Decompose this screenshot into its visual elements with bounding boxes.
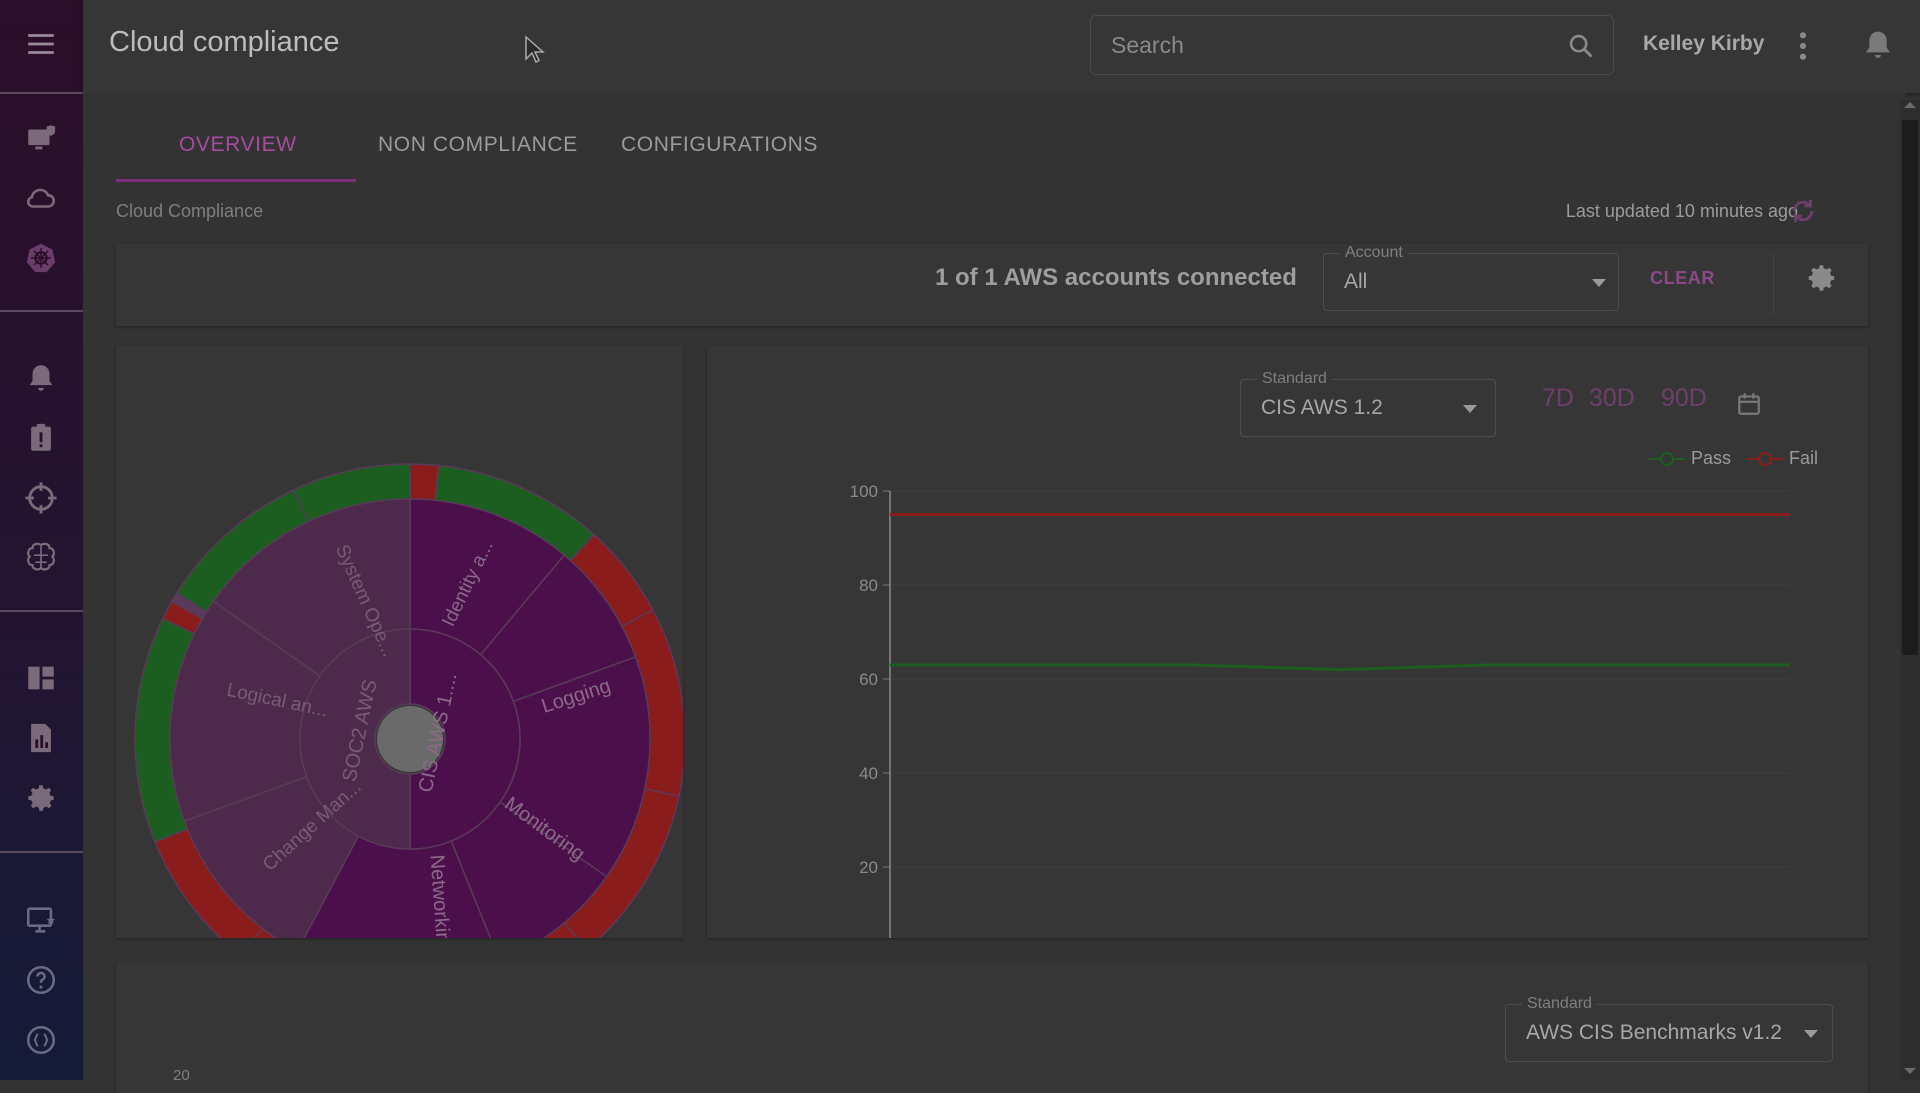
clipboard-alert-icon[interactable]: [21, 418, 61, 458]
report-icon[interactable]: [21, 718, 61, 758]
mouse-cursor-icon: [525, 35, 545, 64]
bell-icon[interactable]: [21, 358, 61, 398]
monitor-shield-icon[interactable]: [21, 118, 61, 158]
sidebar-divider: [0, 92, 83, 94]
accounts-connected-text: 1 of 1 AWS accounts connected: [935, 264, 1297, 291]
user-name[interactable]: Kelley Kirby: [1643, 32, 1764, 56]
y-tick-label: 40: [859, 764, 878, 783]
tab-overview[interactable]: OVERVIEW: [179, 133, 297, 157]
help-icon[interactable]: [21, 960, 61, 1000]
y-tick-label: 100: [850, 482, 878, 501]
monitor-star-icon[interactable]: [21, 900, 61, 940]
sidebar: [0, 0, 83, 1080]
clear-button[interactable]: CLEAR: [1650, 268, 1715, 289]
tab-non-compliance[interactable]: NON COMPLIANCE: [378, 133, 578, 157]
chevron-down-icon: [1804, 1030, 1818, 1038]
cloud-icon[interactable]: [21, 178, 61, 218]
account-select[interactable]: Account All: [1323, 244, 1619, 311]
more-vert-icon[interactable]: [1795, 30, 1811, 62]
tab-configurations[interactable]: CONFIGURATIONS: [621, 133, 818, 157]
benchmark-standard-value: AWS CIS Benchmarks v1.2: [1526, 1021, 1782, 1044]
refresh-icon[interactable]: [1788, 196, 1818, 226]
partial-axis-tick: 20: [173, 1067, 190, 1084]
last-updated-text: Last updated 10 minutes ago: [1565, 201, 1798, 221]
notification-bell-icon[interactable]: [1862, 28, 1894, 62]
sidebar-divider: [0, 310, 83, 312]
compliance-trend-chart: 020406080100May 04May 05May 06May 07May …: [850, 482, 1790, 938]
breadcrumb: Cloud Compliance: [116, 201, 264, 221]
benchmark-standard-select[interactable]: Standard AWS CIS Benchmarks v1.2: [1505, 995, 1833, 1062]
active-tab-indicator: [116, 179, 356, 182]
dashboard-icon[interactable]: [21, 658, 61, 698]
chevron-down-icon: [1592, 279, 1606, 287]
series-line-pass: [890, 663, 1790, 672]
y-tick-label: 60: [859, 670, 878, 689]
sidebar-divider: [0, 610, 83, 612]
search-box[interactable]: [1090, 15, 1614, 75]
y-tick-label: 20: [859, 858, 878, 877]
kubernetes-icon[interactable]: [21, 238, 61, 278]
settings-icon[interactable]: [21, 778, 61, 818]
scrollbar-thumb[interactable]: [1902, 120, 1918, 655]
menu-icon[interactable]: [21, 24, 61, 64]
sidebar-divider: [0, 851, 83, 853]
search-icon[interactable]: [1567, 32, 1595, 60]
benchmark-standard-label: Standard: [1522, 995, 1597, 1013]
page-title: Cloud compliance: [109, 26, 340, 58]
search-input[interactable]: [1109, 28, 1549, 62]
api-icon[interactable]: [21, 1020, 61, 1060]
gear-icon[interactable]: [1805, 261, 1839, 295]
y-tick-label: 80: [859, 576, 878, 595]
brain-icon[interactable]: [21, 538, 61, 578]
account-select-label: Account: [1340, 244, 1408, 262]
sunburst-group: [134, 463, 683, 938]
main-content: OVERVIEW NON COMPLIANCE CONFIGURATIONS C…: [83, 93, 1905, 1093]
scroll-down-icon[interactable]: [1904, 1068, 1916, 1074]
scroll-up-icon[interactable]: [1904, 102, 1916, 108]
crosshair-icon[interactable]: [21, 478, 61, 518]
sunburst-outer-arc[interactable]: [409, 463, 440, 502]
account-select-value: All: [1344, 270, 1368, 293]
compliance-sunburst[interactable]: SOC2 AWS CIS AWS 1.... Identity a... Log…: [116, 346, 683, 938]
divider: [1773, 253, 1774, 315]
